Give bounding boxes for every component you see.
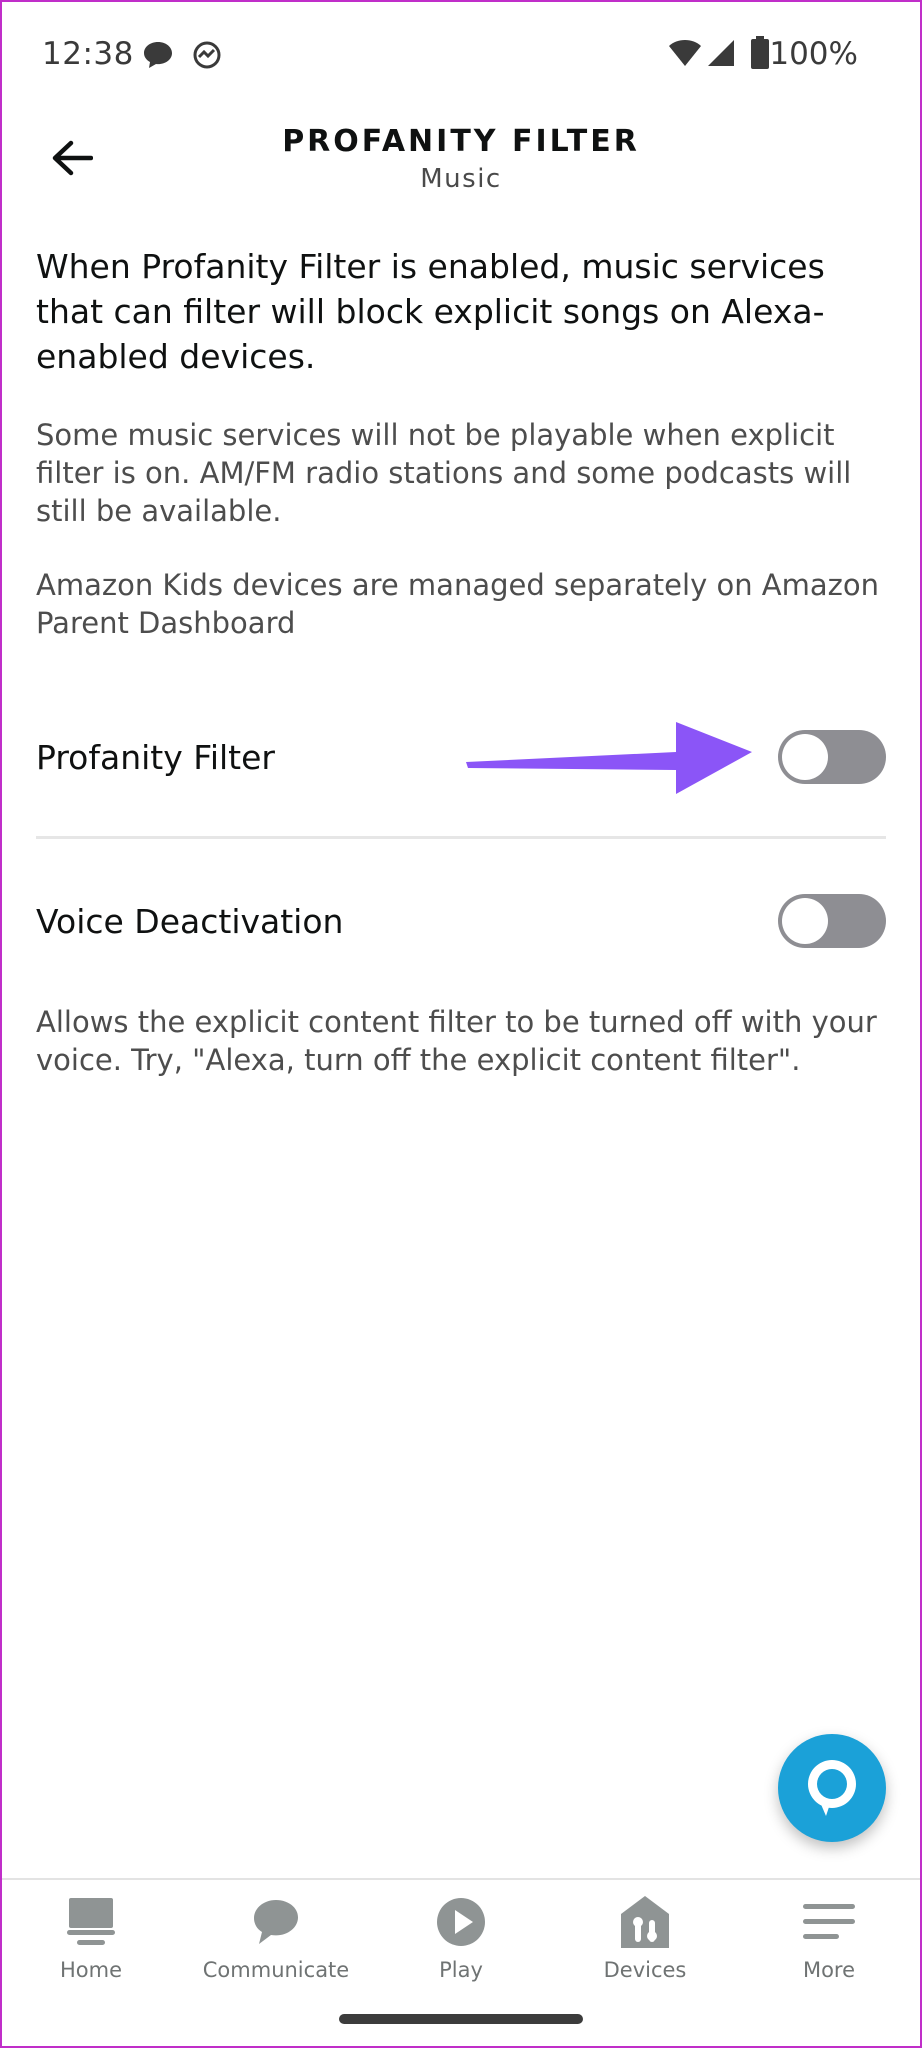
- nav-home-label: Home: [59, 1958, 122, 1982]
- divider: [36, 836, 886, 839]
- nav-devices-label: Devices: [603, 1958, 687, 1982]
- kids-note: Amazon Kids devices are managed separate…: [36, 568, 879, 640]
- page-title: PROFANITY FILTER: [282, 124, 640, 159]
- voice-deactivation-row: Voice Deactivation: [36, 892, 886, 952]
- status-bar: 12:38 100%: [0, 0, 922, 110]
- nav-communicate-label: Communicate: [202, 1958, 350, 1982]
- alexa-button[interactable]: [778, 1734, 886, 1842]
- battery-percentage: 100%: [769, 36, 858, 72]
- profanity-filter-toggle[interactable]: [778, 730, 886, 784]
- signal-icon: [706, 38, 736, 72]
- play-icon: [433, 1894, 489, 1950]
- communicate-icon: [248, 1894, 304, 1950]
- page-subtitle: Music: [420, 164, 502, 194]
- nav-play[interactable]: Play: [376, 1894, 546, 2004]
- nav-home[interactable]: Home: [6, 1894, 176, 2004]
- home-indicator[interactable]: [339, 2014, 583, 2024]
- menu-icon: [801, 1894, 857, 1950]
- availability-note: Some music services will not be playable…: [36, 418, 852, 528]
- nav-communicate[interactable]: Communicate: [191, 1894, 361, 2004]
- nav-play-label: Play: [439, 1958, 483, 1982]
- activity-icon: [192, 40, 222, 74]
- voice-deactivation-label: Voice Deactivation: [36, 902, 344, 941]
- voice-deactivation-help: Allows the explicit content filter to be…: [36, 1005, 877, 1077]
- battery-icon: [750, 36, 770, 74]
- nav-more[interactable]: More: [744, 1894, 914, 2004]
- profanity-filter-label: Profanity Filter: [36, 738, 275, 777]
- status-time: 12:38: [42, 36, 134, 72]
- toggle-knob: [782, 734, 828, 780]
- toggle-knob: [782, 898, 828, 944]
- chat-bubble-icon: [142, 40, 174, 74]
- voice-deactivation-toggle[interactable]: [778, 894, 886, 948]
- arrow-right-icon: [460, 718, 760, 798]
- alexa-icon: [802, 1754, 862, 1822]
- devices-icon: [617, 1894, 673, 1950]
- nav-more-label: More: [802, 1958, 856, 1982]
- home-icon: [63, 1894, 119, 1950]
- wifi-icon: [668, 38, 702, 72]
- intro-text: When Profanity Filter is enabled, music …: [36, 247, 825, 376]
- nav-devices[interactable]: Devices: [560, 1894, 730, 2004]
